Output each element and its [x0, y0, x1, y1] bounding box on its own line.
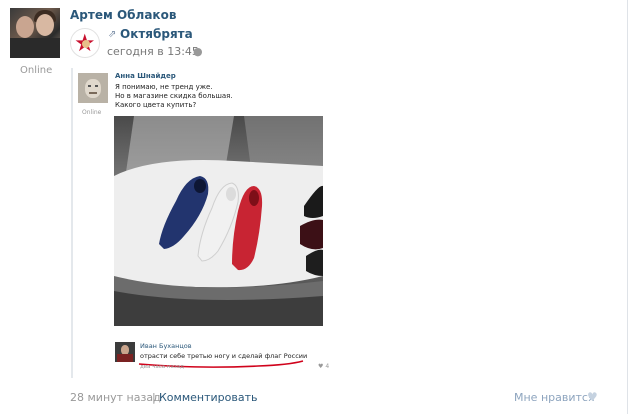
commenter-name-link[interactable]: Иван Буханцов [140, 342, 192, 350]
quoted-author-online-status: Online [82, 109, 102, 116]
quoted-message-line: Какого цвета купить? [115, 101, 197, 109]
like-button[interactable]: Мне нравится [514, 391, 595, 404]
heart-icon[interactable]: ♥ [587, 390, 598, 404]
shoes-photo[interactable] [114, 116, 323, 326]
quoted-message-line: Но в магазине скидка большая. [115, 92, 233, 100]
quoted-author-name-link[interactable]: Анна Шнайдер [115, 72, 176, 80]
author-online-status: Online [20, 65, 53, 76]
heart-icon: ♥ [318, 363, 324, 370]
comment-like-button[interactable]: ♥ 4 [318, 363, 329, 370]
page-right-border [627, 0, 628, 414]
quote-border [71, 68, 73, 378]
post-relative-time[interactable]: 28 минут назад [70, 391, 161, 404]
comment-button[interactable]: Комментировать [159, 391, 257, 404]
post-timestamp[interactable]: сегодня в 13:45 [107, 45, 199, 58]
quoted-message-line: Я понимаю, не тренд уже. [115, 83, 213, 91]
author-name-link[interactable]: Артем Облаков [70, 8, 176, 22]
author-avatar[interactable] [10, 8, 60, 58]
group-name-link[interactable]: Октябрята [120, 27, 193, 41]
comment-text: отрасти себе третью ногу и сделай флаг Р… [140, 352, 308, 360]
comment-like-count: 4 [325, 363, 330, 370]
group-avatar[interactable]: ★ [70, 28, 100, 58]
commenter-avatar[interactable] [115, 342, 135, 362]
repost-arrow-icon: ⇗ [108, 29, 117, 40]
comment-date[interactable]: два часа назад [140, 364, 184, 370]
apple-icon: ● [193, 45, 203, 58]
footer-separator: | [152, 391, 156, 404]
quoted-author-avatar[interactable] [78, 73, 108, 103]
